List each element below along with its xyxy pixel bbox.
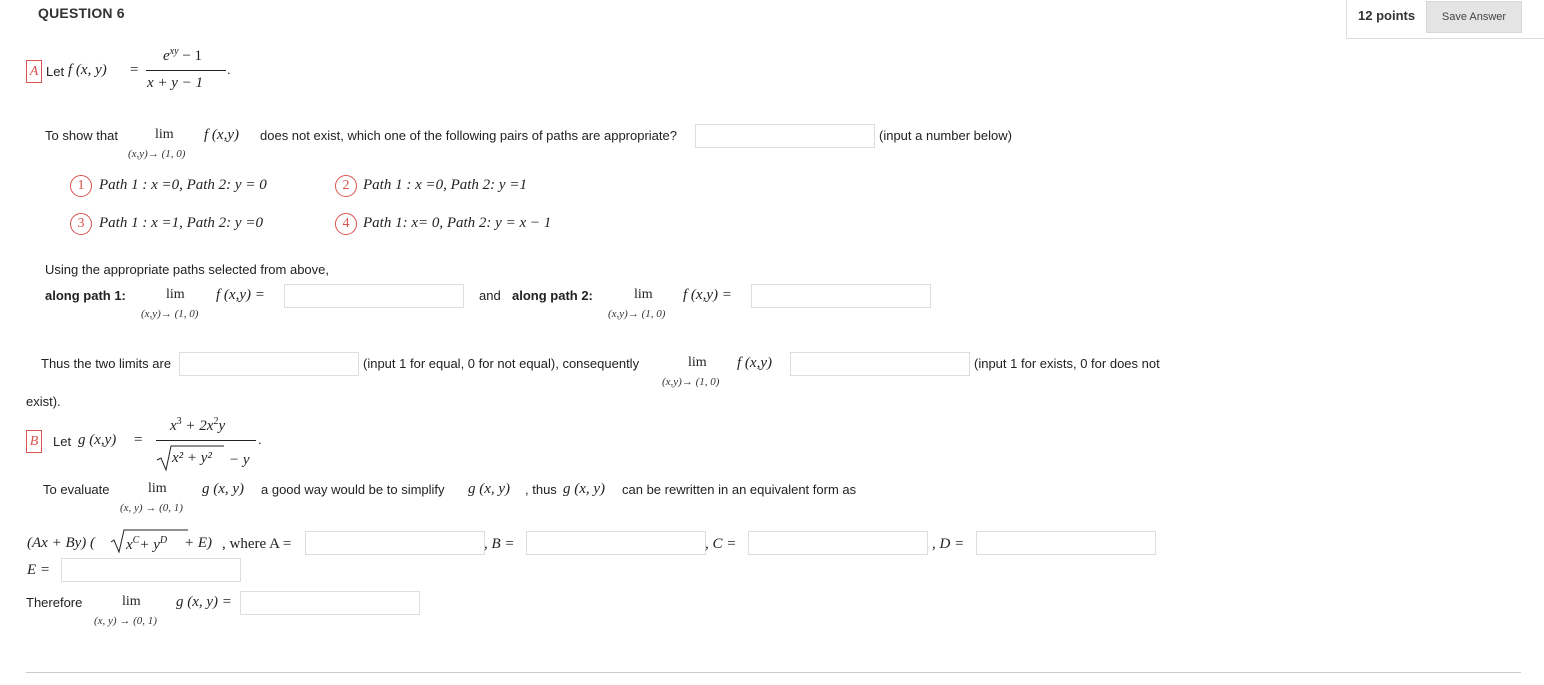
therefore-g-eq: g (x, y) = xyxy=(176,594,232,610)
g-numerator: x3 + 2x2y xyxy=(170,416,226,434)
lim-label: lim xyxy=(155,127,174,142)
save-answer-button[interactable]: Save Answer xyxy=(1426,1,1522,33)
option-2-text: Path 1 : x =0, Path 2: y =1 xyxy=(363,177,527,193)
conclusion-lim-subscript: (x,y)→ (1, 0) xyxy=(662,376,720,388)
eval-g-xy: g (x, y) xyxy=(202,481,245,497)
c-input[interactable] xyxy=(748,531,928,555)
eval-lim-subscript: (x, y) → (0, 1) xyxy=(120,502,183,514)
therefore-lim: lim xyxy=(122,594,141,609)
lim-subscript: (x,y)→ (1, 0) xyxy=(128,148,186,160)
option-4-number: 4 xyxy=(335,213,357,235)
limit-exists-input[interactable] xyxy=(790,352,970,376)
f-name: f (x, y) xyxy=(68,62,107,78)
eval-thus: , thus xyxy=(525,482,557,497)
points-label: 12 points xyxy=(1358,8,1416,23)
using-paths-text: Using the appropriate paths selected fro… xyxy=(45,262,330,277)
eval-lim: lim xyxy=(148,481,167,496)
and-text: and xyxy=(479,288,501,303)
path2-f-eq: f (x,y) = xyxy=(683,287,732,303)
question-title: QUESTION 6 xyxy=(38,5,125,21)
therefore-text: Therefore xyxy=(26,595,83,610)
evaluate-mid-text: a good way would be to simplify xyxy=(261,482,445,497)
eval-g-xy-3: g (x, y) xyxy=(563,481,606,497)
exists-hint-tail: exist). xyxy=(26,394,61,409)
final-limit-input[interactable] xyxy=(240,591,420,615)
option-1-number: 1 xyxy=(70,175,92,197)
exists-hint: (input 1 for exists, 0 for does not xyxy=(974,356,1160,371)
c-label: , C = xyxy=(705,536,737,552)
along-path-2-label: along path 2: xyxy=(512,288,593,303)
d-label: , D = xyxy=(932,536,965,552)
equals-sign: = xyxy=(130,62,139,78)
let-text-b: Let xyxy=(53,434,72,449)
period-b: . xyxy=(258,432,262,447)
form-end: + E) xyxy=(184,535,213,551)
form-prefix: (Ax + By) ( xyxy=(27,535,95,551)
therefore-lim-subscript: (x, y) → (0, 1) xyxy=(94,615,157,627)
where-a-label: , where A = xyxy=(222,536,292,552)
b-label: , B = xyxy=(484,536,515,552)
equal-hint: (input 1 for equal, 0 for not equal), co… xyxy=(363,356,640,371)
thus-text: Thus the two limits are xyxy=(41,356,172,371)
path-choice-hint: (input a number below) xyxy=(879,128,1012,143)
part-a-label: A xyxy=(26,60,42,83)
d-input[interactable] xyxy=(976,531,1156,555)
question-text: does not exist, which one of the followi… xyxy=(260,128,677,143)
option-1-text: Path 1 : x =0, Path 2: y = 0 xyxy=(99,177,267,193)
fraction-bar xyxy=(146,70,226,71)
path2-lim: lim xyxy=(634,287,653,302)
path-choice-input[interactable] xyxy=(695,124,875,148)
option-4-text: Path 1: x= 0, Path 2: y = x − 1 xyxy=(363,215,552,231)
evaluate-suffix: can be rewritten in an equivalent form a… xyxy=(622,482,857,497)
part-b-label: B xyxy=(26,430,42,453)
g-denominator-rest: − y xyxy=(229,452,250,468)
g-name: g (x,y) xyxy=(78,432,117,448)
fraction-denominator: x + y − 1 xyxy=(147,75,204,91)
limits-equal-input[interactable] xyxy=(179,352,359,376)
option-2-number: 2 xyxy=(335,175,357,197)
path1-lim-subscript: (x,y)→ (1, 0) xyxy=(141,308,199,320)
question-prefix: To show that xyxy=(45,128,118,143)
path-1-limit-input[interactable] xyxy=(284,284,464,308)
g-denominator-inner: x² + y² xyxy=(172,450,212,466)
conclusion-lim: lim xyxy=(688,355,707,370)
b-input[interactable] xyxy=(526,531,706,555)
option-3-number: 3 xyxy=(70,213,92,235)
path2-lim-subscript: (x,y)→ (1, 0) xyxy=(608,308,666,320)
option-3-text: Path 1 : x =1, Path 2: y =0 xyxy=(99,215,263,231)
e-input[interactable] xyxy=(61,558,241,582)
equals-sign-b: = xyxy=(134,432,143,448)
eval-g-xy-2: g (x, y) xyxy=(468,481,511,497)
evaluate-prefix: To evaluate xyxy=(43,482,110,497)
period: . xyxy=(227,62,231,77)
f-xy: f (x,y) xyxy=(204,127,239,143)
let-text: Let xyxy=(46,64,65,79)
path1-lim: lim xyxy=(166,287,185,302)
conclusion-f-xy: f (x,y) xyxy=(737,355,772,371)
bottom-divider xyxy=(26,672,1521,673)
path-2-limit-input[interactable] xyxy=(751,284,931,308)
path1-f-eq: f (x,y) = xyxy=(216,287,265,303)
fraction-numerator: exy − 1 xyxy=(163,46,203,64)
g-fraction-bar xyxy=(156,440,256,441)
e-label: E = xyxy=(27,562,51,578)
form-sqrt-content: xC+ yD xyxy=(126,535,168,553)
a-input[interactable] xyxy=(305,531,485,555)
along-path-1-label: along path 1: xyxy=(45,288,126,303)
